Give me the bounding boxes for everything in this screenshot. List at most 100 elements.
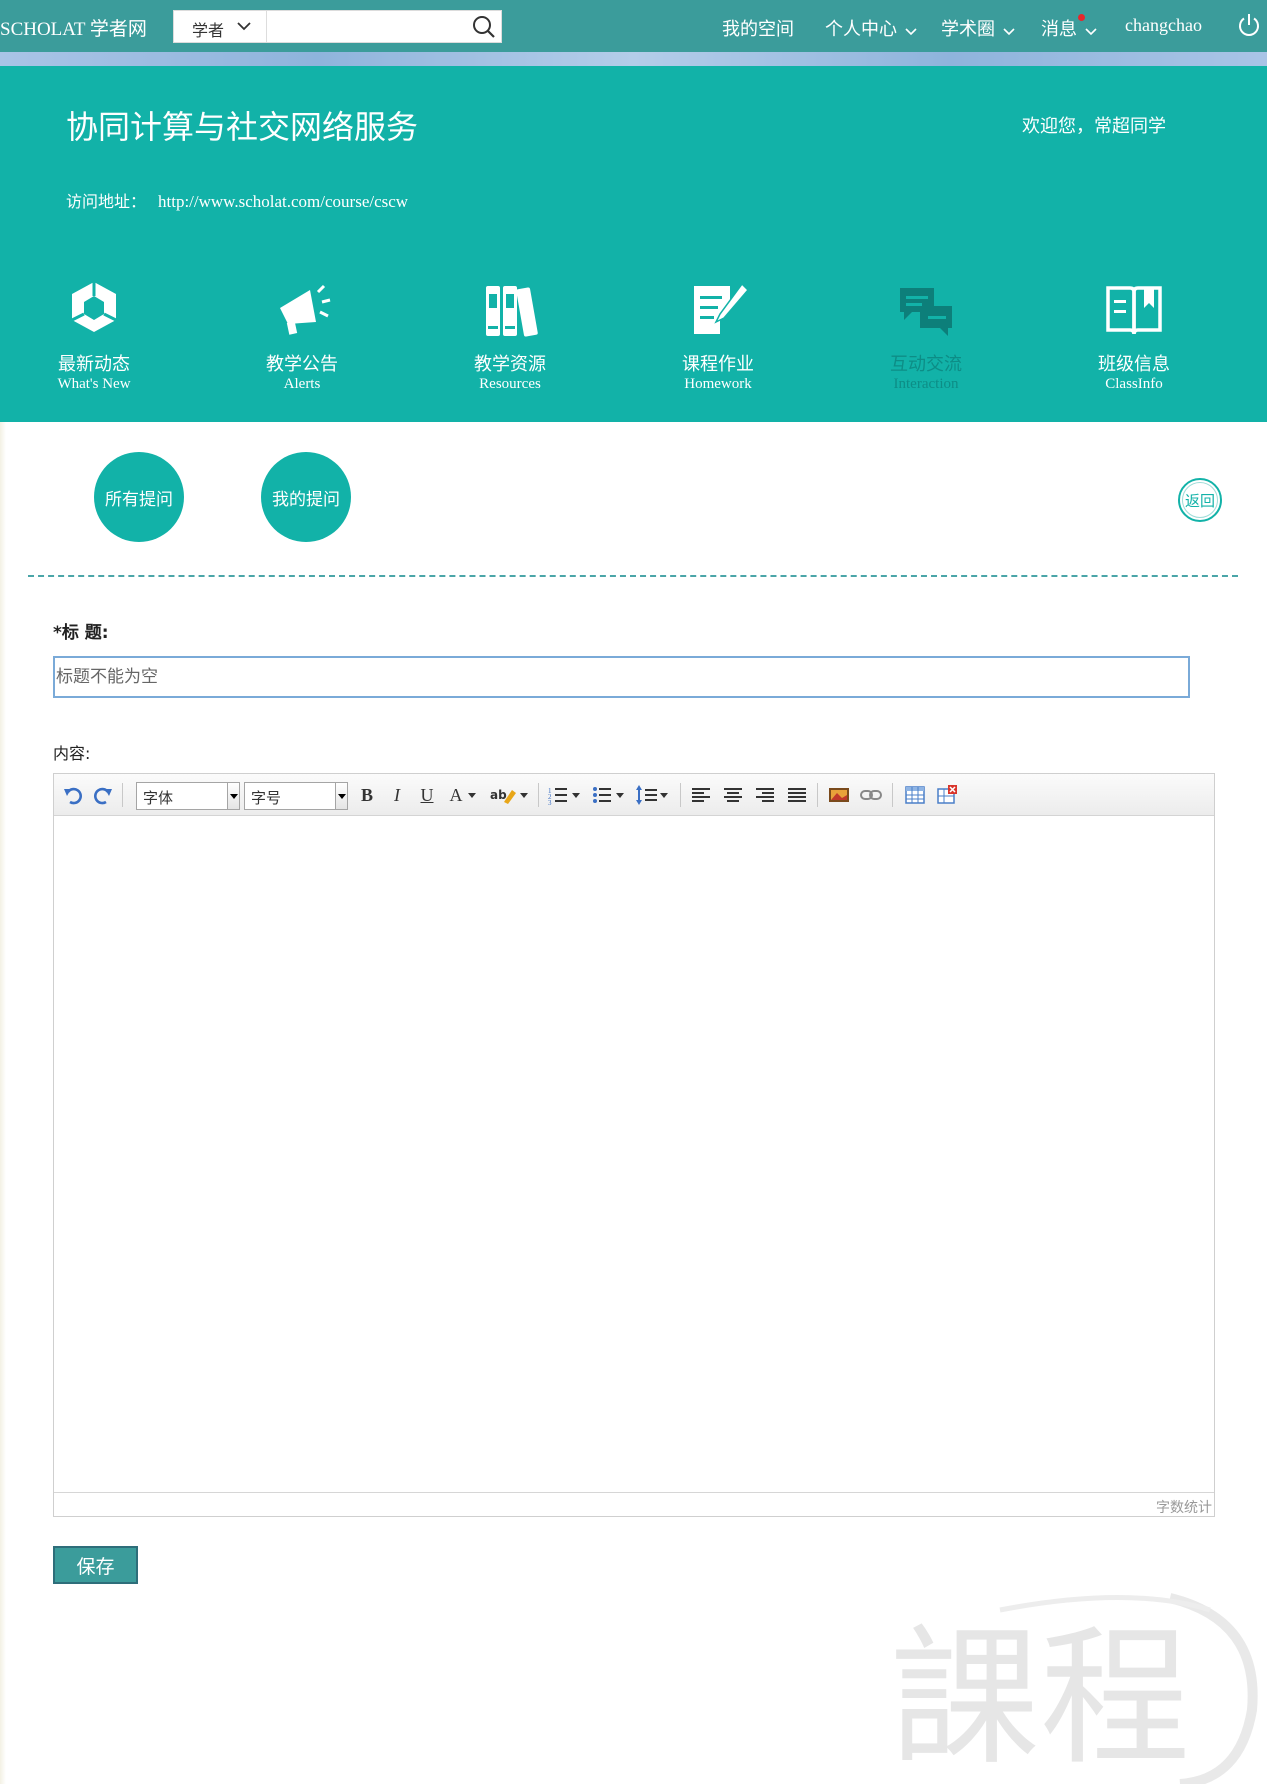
word-count: 字数统计 [54, 1492, 1214, 1516]
my-questions-button[interactable]: 我的提问 [261, 452, 351, 542]
align-right-icon[interactable] [754, 784, 776, 806]
align-left-icon[interactable] [690, 784, 712, 806]
toolbar-separator [538, 783, 539, 807]
table-icon[interactable] [904, 784, 926, 806]
module-label-zh: 课程作业 [682, 354, 754, 375]
module-label-zh: 教学资源 [474, 354, 546, 375]
delete-table-icon[interactable] [936, 784, 958, 806]
font-size-label: 字号 [251, 789, 282, 807]
dropdown-arrow-icon [335, 783, 347, 809]
module-label-en: What's New [57, 376, 131, 392]
homework-icon [694, 282, 750, 334]
link-icon[interactable] [860, 784, 882, 806]
topbar-stripe [0, 52, 1267, 66]
toolbar-separator [817, 783, 818, 807]
module-label-zh: 教学公告 [266, 354, 338, 375]
module-classinfo[interactable]: 班级信息 ClassInfo [1064, 278, 1204, 393]
module-label-zh: 互动交流 [890, 354, 962, 375]
course-banner: 协同计算与社交网络服务 欢迎您，常超同学 访问地址： http://www.sch… [0, 66, 1267, 422]
address-label: 访问地址： [66, 192, 147, 211]
watermark-text: 課程 [890, 1612, 1190, 1784]
module-homework[interactable]: 课程作业 Homework [648, 278, 788, 393]
back-button[interactable]: 返回 [1178, 478, 1222, 522]
underline-button[interactable]: U [416, 784, 438, 806]
site-logo[interactable]: SCHOLAT 学者网 [0, 14, 147, 41]
save-button[interactable]: 保存 [53, 1546, 138, 1584]
cube-icon [71, 282, 117, 332]
title-input[interactable] [53, 656, 1190, 698]
align-center-icon[interactable] [722, 784, 744, 806]
font-color-button[interactable]: A [448, 784, 478, 806]
nav-academic-circle-label: 学术圈 [941, 19, 995, 39]
all-questions-button[interactable]: 所有提问 [94, 452, 184, 542]
address-url[interactable]: http://www.scholat.com/course/cscw [158, 192, 408, 211]
font-family-select[interactable]: 字体 [136, 782, 240, 810]
power-icon[interactable] [1236, 12, 1262, 38]
align-justify-icon[interactable] [786, 784, 808, 806]
font-size-select[interactable]: 字号 [244, 782, 348, 810]
nav-messages[interactable]: 消息 [1041, 15, 1097, 41]
toolbar-separator [122, 783, 123, 807]
search-type-label: 学者 [192, 23, 225, 40]
nav-username[interactable]: changchao [1125, 15, 1202, 36]
search-input[interactable] [268, 11, 468, 42]
module-label-en: Interaction [893, 376, 959, 392]
font-family-label: 字体 [143, 789, 174, 807]
search-box: 学者 [173, 10, 502, 43]
books-icon [486, 286, 538, 337]
italic-button[interactable]: I [386, 784, 408, 806]
content-label: 内容: [53, 744, 91, 763]
course-title: 协同计算与社交网络服务 [66, 108, 419, 146]
back-label: 返回 [1184, 491, 1215, 510]
module-label-en: Homework [684, 376, 752, 392]
chevron-down-icon [1084, 28, 1097, 36]
bold-button[interactable]: B [356, 784, 378, 806]
svg-text:ab: ab [490, 788, 507, 802]
search-type-select[interactable]: 学者 [174, 11, 267, 42]
svg-text:3: 3 [548, 799, 552, 806]
redo-icon[interactable] [92, 784, 114, 806]
ordered-list-icon[interactable]: 123 [548, 784, 584, 806]
undo-icon[interactable] [62, 784, 84, 806]
page-edge-shadow [0, 422, 6, 1784]
dropdown-arrow-icon [467, 793, 476, 798]
module-whats-new[interactable]: 最新动态 What's New [24, 278, 164, 393]
editor-toolbar: 字体 字号 B I U A ab 123 [54, 774, 1214, 816]
search-icon[interactable] [470, 13, 498, 41]
module-alerts[interactable]: 教学公告 Alerts [232, 278, 372, 393]
chat-icon [900, 288, 952, 336]
image-icon[interactable] [828, 784, 850, 806]
module-interaction[interactable]: 互动交流 Interaction [856, 278, 996, 393]
module-label-zh: 班级信息 [1098, 354, 1170, 375]
font-color-label: A [449, 784, 463, 805]
welcome-text: 欢迎您，常超同学 [1022, 116, 1166, 137]
module-label-zh: 最新动态 [58, 354, 130, 375]
editor-content-area[interactable] [54, 817, 1214, 1493]
nav-academic-circle[interactable]: 学术圈 [941, 15, 1015, 41]
module-label-en: ClassInfo [1105, 376, 1163, 392]
book-icon [1106, 286, 1162, 335]
top-nav-bar: SCHOLAT 学者网 学者 我的空间 个人中心 学术圈 消息 changcha… [0, 0, 1267, 52]
chevron-down-icon [237, 22, 251, 31]
rich-text-editor: 字体 字号 B I U A ab 123 字数统计 [53, 773, 1215, 1517]
nav-my-space[interactable]: 我的空间 [722, 15, 794, 41]
chevron-down-icon [904, 28, 917, 36]
chevron-down-icon [1002, 28, 1015, 36]
course-watermark: 課程 [890, 1593, 1258, 1784]
highlight-icon[interactable]: ab [490, 784, 530, 806]
nav-personal-center[interactable]: 个人中心 [825, 15, 917, 41]
nav-personal-center-label: 个人中心 [825, 19, 897, 39]
megaphone-icon [280, 284, 331, 335]
unread-dot [1078, 14, 1085, 21]
module-label-en: Alerts [283, 376, 321, 392]
module-resources[interactable]: 教学资源 Resources [440, 278, 580, 393]
nav-messages-label: 消息 [1041, 19, 1077, 39]
toolbar-separator [892, 783, 893, 807]
module-label-en: Resources [479, 376, 541, 392]
course-address: 访问地址： http://www.scholat.com/course/cscw [66, 188, 408, 212]
unordered-list-icon[interactable] [592, 784, 628, 806]
line-height-icon[interactable] [636, 784, 672, 806]
section-divider [28, 575, 1238, 577]
title-label: *标 题: [53, 623, 109, 643]
toolbar-separator [680, 783, 681, 807]
